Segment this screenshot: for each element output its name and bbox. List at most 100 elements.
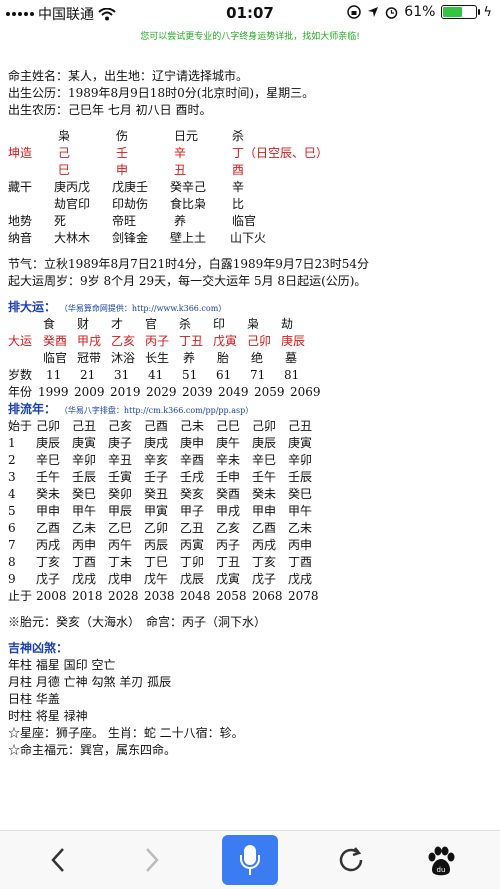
- liunian-ganzhi: 辛未: [216, 453, 241, 467]
- refresh-icon[interactable]: [336, 845, 366, 875]
- liunian-ganzhi: 乙卯: [144, 521, 169, 535]
- liunian-ganzhi: 辛巳: [252, 453, 277, 467]
- dayun-changsheng: 养: [183, 351, 196, 365]
- liunian-start: 己卯: [252, 419, 277, 433]
- dizhi: 申: [116, 163, 129, 177]
- canggan: 辛: [232, 180, 245, 194]
- liunian-row: 6 乙酉 乙未 乙巳 乙卯 乙丑 乙亥 乙酉 乙未: [8, 520, 492, 537]
- nayin: 山下火: [230, 231, 267, 245]
- dishi: 帝旺: [112, 214, 137, 228]
- dayun-changsheng: 冠带: [77, 351, 102, 365]
- liunian-ganzhi: 庚子: [108, 436, 133, 450]
- liunian-ganzhi: 甲午: [72, 504, 97, 518]
- liunian-ganzhi: 甲戌: [216, 504, 241, 518]
- liunian-row-number: 4: [8, 487, 16, 501]
- liunian-end: 2018: [72, 589, 103, 603]
- liunian-ganzhi: 乙酉: [36, 521, 61, 535]
- dayun-year: 2029: [146, 385, 177, 399]
- liunian-ganzhi: 辛酉: [180, 453, 205, 467]
- liunian-ganzhi: 庚戌: [144, 436, 169, 450]
- dayun-shishen: 财: [77, 317, 90, 331]
- liunian-ganzhi: 癸未: [252, 487, 277, 501]
- liunian-ganzhi: 丁酉: [288, 555, 313, 569]
- liunian-row-number: 2: [8, 453, 16, 467]
- row-label: 始于: [8, 419, 33, 433]
- liunian-ganzhi: 癸酉: [216, 487, 241, 501]
- liunian-ganzhi: 丙子: [216, 538, 241, 552]
- dizhi-row: 巳 申 丑 酉: [8, 162, 492, 179]
- liunian-end: 2008: [36, 589, 67, 603]
- pillar-header: 枭: [58, 129, 71, 143]
- dayun-year: 2039: [182, 385, 213, 399]
- shishen: 印劫伤: [112, 197, 149, 211]
- liunian-row-number: 6: [8, 521, 16, 535]
- liunian-ganzhi: 丙申: [288, 538, 313, 552]
- liunian-ganzhi: 乙丑: [180, 521, 205, 535]
- forward-icon[interactable]: [136, 845, 166, 875]
- dayun-year: 1999: [38, 385, 69, 399]
- promo-link[interactable]: 您可以尝试更专业的八字终身运势详批，找如大师亲临!: [0, 29, 500, 42]
- liunian-end: 2058: [216, 589, 247, 603]
- liunian-ganzhi: 辛亥: [144, 453, 169, 467]
- back-icon[interactable]: [44, 845, 74, 875]
- liunian-end: 2038: [144, 589, 175, 603]
- liunian-row: 3 壬午 壬辰 壬寅 壬子 壬戌 壬申 壬午 壬辰: [8, 469, 492, 486]
- liunian-row: 5 甲申 甲午 甲辰 甲寅 甲子 甲戌 甲申 甲午: [8, 503, 492, 520]
- dayun-shishen: 杀: [179, 317, 192, 331]
- liunian-ganzhi: 甲申: [36, 504, 61, 518]
- dayun-age: 11: [46, 368, 62, 382]
- liunian-row: 4 癸未 癸巳 癸卯 癸丑 癸亥 癸酉 癸未 癸巳: [8, 486, 492, 503]
- dayun-year: 2049: [218, 385, 249, 399]
- info-solar: 出生公历：1989年8月9日18时0分(北京时间)，星期三。: [8, 86, 315, 100]
- liunian-ganzhi: 丁巳: [144, 555, 169, 569]
- dayun-source-link[interactable]: （华易算命网提供：http://www.k366.com）: [60, 304, 226, 313]
- liunian-ganzhi: 癸巳: [288, 487, 313, 501]
- liunian-ganzhi: 丙戌: [252, 538, 277, 552]
- liunian-ganzhi: 癸亥: [180, 487, 205, 501]
- liunian-ganzhi: 乙未: [288, 521, 313, 535]
- liunian-row-number: 1: [8, 436, 16, 450]
- pillar-header: 杀: [232, 129, 245, 143]
- liunian-ganzhi: 丁酉: [72, 555, 97, 569]
- liunian-ganzhi: 乙巳: [108, 521, 133, 535]
- dayun-ganzhi: 戊寅: [213, 334, 238, 348]
- baidu-paw-icon[interactable]: du: [424, 845, 458, 879]
- liunian-ganzhi: 戊子: [252, 572, 277, 586]
- dayun-changsheng: 墓: [285, 351, 298, 365]
- liunian-ganzhi: 戊申: [108, 572, 133, 586]
- status-bar: 中国联通 01:07 61% ϟ: [0, 0, 500, 26]
- liunian-ganzhi: 辛丑: [108, 453, 133, 467]
- dishi: 养: [174, 214, 187, 228]
- dayun-shishen-row: 食 财 才 官 杀 印 枭 劫: [8, 316, 492, 333]
- liunian-ganzhi: 乙酉: [252, 521, 277, 535]
- battery-fill: [443, 7, 463, 17]
- liunian-ganzhi: 壬子: [144, 470, 169, 484]
- dayun-changsheng: 绝: [251, 351, 264, 365]
- liunian-row: 7 丙戌 丙申 丙午 丙辰 丙寅 丙子 丙戌 丙申: [8, 537, 492, 554]
- tiangan: 辛: [174, 146, 187, 160]
- voice-search-button[interactable]: [222, 835, 278, 885]
- liunian-start-row: 始于 己卯 己丑 己亥 己酉 己未 己巳 己卯 己丑: [8, 418, 492, 435]
- liunian-row-number: 9: [8, 572, 16, 586]
- liunian-ganzhi: 庚辰: [252, 436, 277, 450]
- liunian-ganzhi: 癸卯: [108, 487, 133, 501]
- dayun-title-line: 排大运： （华易算命网提供：http://www.k366.com）: [8, 299, 492, 316]
- liunian-start: 己未: [180, 419, 205, 433]
- tiangan-row: 坤造 己 壬 辛 丁（日空辰、巳）: [8, 145, 492, 162]
- browser-toolbar: du: [0, 830, 500, 889]
- liunian-row-number: 5: [8, 504, 16, 518]
- qiyun: 起大运周岁：9岁 8个月 29天，每一交大运年 5月 8日起运(公历)。: [8, 274, 367, 288]
- dayun-age: 41: [148, 368, 164, 382]
- dayun-ganzhi: 己卯: [247, 334, 272, 348]
- liunian-start: 己丑: [72, 419, 97, 433]
- liunian-start: 己卯: [36, 419, 61, 433]
- tiangan: 丁（日空辰、巳）: [232, 146, 329, 160]
- liunian-ganzhi: 戊寅: [216, 572, 241, 586]
- liunian-source-link[interactable]: （华易八字排盘：http://cm.k366.com/pp/pp.asp）: [60, 406, 253, 415]
- battery-percent: 61%: [404, 4, 436, 20]
- liunian-ganzhi: 庚寅: [72, 436, 97, 450]
- dizhi: 丑: [174, 163, 187, 177]
- liunian-row: 1 庚辰 庚寅 庚子 庚戌 庚申 庚午 庚辰 庚寅: [8, 435, 492, 452]
- liunian-ganzhi: 壬午: [36, 470, 61, 484]
- liunian-end: 2028: [108, 589, 139, 603]
